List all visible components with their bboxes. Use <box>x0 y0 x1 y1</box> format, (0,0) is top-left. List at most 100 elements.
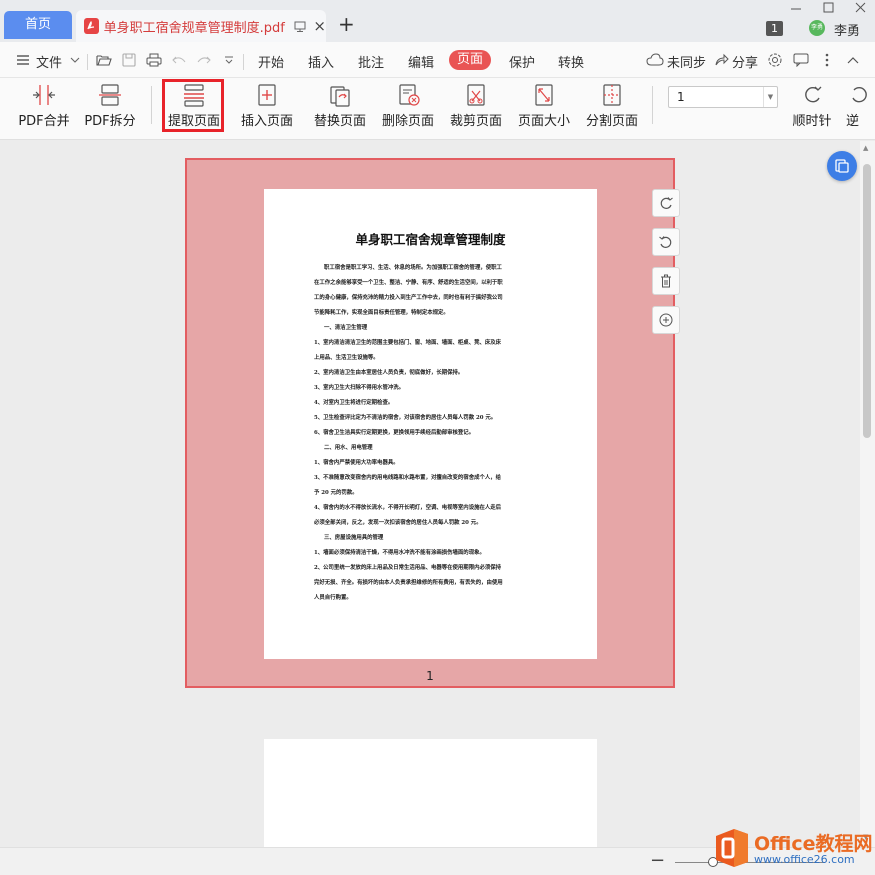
document-line: 人员自行购置。 <box>314 595 352 601</box>
menu-convert[interactable]: 转换 <box>558 52 584 71</box>
maximize-icon[interactable] <box>823 2 834 16</box>
document-line: 职工宿舍是职工学习、生活、休息的场所。为加强职工宿舍的管理，使职工 <box>324 265 502 271</box>
tab-home[interactable]: 首页 <box>4 11 72 39</box>
redo-icon[interactable] <box>195 51 213 69</box>
rotate-clockwise-icon <box>805 86 822 103</box>
hamburger-icon[interactable] <box>14 51 32 69</box>
menu-start[interactable]: 开始 <box>258 52 284 71</box>
pdf-merge-button[interactable]: PDF合并 <box>18 78 70 140</box>
menu-edit[interactable]: 编辑 <box>408 52 434 71</box>
split-page-button[interactable]: 分割页面 <box>584 78 640 140</box>
trash-icon <box>661 274 671 288</box>
insert-dropdown-icon[interactable]: ▾ <box>285 116 293 124</box>
menu-file[interactable]: 文件 <box>36 52 62 71</box>
page-number: 1 <box>426 669 434 683</box>
rotate-right-button[interactable] <box>652 189 680 217</box>
delete-button[interactable] <box>652 267 680 295</box>
split-pdf-icon <box>99 84 121 106</box>
menu-page[interactable]: 页面 <box>449 50 491 70</box>
document-workspace: 单身职工宿舍规章管理制度 职工宿舍是职工学习、生活、休息的场所。为加强职工宿舍的… <box>0 141 860 847</box>
watermark-url: www.office26.com <box>754 853 855 866</box>
scroll-up-arrow-icon[interactable]: ▲ <box>863 144 868 152</box>
document-line: 2、公司里统一发放的床上用品及日常生活用品、电器等在使用期限内必须保持 <box>314 565 502 571</box>
crop-page-button[interactable]: 裁剪页面 <box>448 78 504 140</box>
document-line: 3、室内卫生大扫除不得用水管冲洗。 <box>314 385 405 391</box>
insert-button[interactable] <box>652 306 680 334</box>
pdf-file-icon <box>84 18 99 34</box>
insert-page-icon <box>258 84 276 106</box>
rotate-counterclockwise-icon <box>852 87 867 103</box>
monitor-icon[interactable] <box>293 19 308 33</box>
split-page-icon <box>603 84 621 106</box>
rotate-counterclockwise-label: 逆 <box>846 114 860 129</box>
sync-status[interactable]: 未同步 <box>667 52 706 71</box>
print-icon[interactable] <box>145 51 163 69</box>
document-line: 一、清洁卫生管理 <box>324 325 368 331</box>
username[interactable]: 李勇 <box>834 20 860 39</box>
separator <box>243 54 244 70</box>
tab-document[interactable]: 单身职工宿舍规章管理制度.pdf × <box>76 10 326 42</box>
close-tab-icon[interactable]: × <box>313 18 326 34</box>
page-content: 单身职工宿舍规章管理制度 职工宿舍是职工学习、生活、休息的场所。为加强职工宿舍的… <box>264 189 597 659</box>
insert-page-button[interactable]: 插入页面 <box>236 78 298 140</box>
chevron-down-icon[interactable]: ▼ <box>763 87 777 107</box>
gear-icon[interactable] <box>766 51 784 69</box>
document-title: 单身职工宿舍规章管理制度 <box>355 232 506 247</box>
save-icon[interactable] <box>120 51 138 69</box>
rotate-left-button[interactable] <box>652 228 680 256</box>
comment-icon[interactable] <box>792 51 810 69</box>
page-size-icon <box>535 84 553 106</box>
merge-icon <box>33 85 55 105</box>
close-window-icon[interactable] <box>855 2 866 16</box>
separator <box>652 86 653 124</box>
floating-tool-button[interactable] <box>827 151 857 181</box>
document-line: 在工作之余能够享受一个卫生、整洁、宁静、有序、舒适的生活空间，以利于职 <box>314 280 503 286</box>
pdf-split-button[interactable]: PDF拆分 <box>84 78 136 140</box>
open-folder-icon[interactable] <box>95 51 113 69</box>
document-line: 5、卫生检查评比定为不清洁的宿舍，对该宿舍的居住人员每人罚款 20 元。 <box>314 415 497 421</box>
share-button[interactable]: 分享 <box>732 52 758 71</box>
more-chevron-icon[interactable] <box>220 51 238 69</box>
watermark-brand: Office教程网 <box>754 833 873 855</box>
rotate-counterclockwise-button[interactable]: 逆 <box>846 78 875 140</box>
zoom-out-icon[interactable]: − <box>650 850 665 871</box>
document-line: 1、宿舍内严禁使用大功率电器具。 <box>314 460 399 466</box>
delete-page-button[interactable]: 删除页面 <box>380 78 436 140</box>
separator <box>151 86 152 124</box>
rotate-clockwise-label: 顺时针 <box>792 114 832 129</box>
menu-protect[interactable]: 保护 <box>509 52 535 71</box>
document-line: 工的身心健康，保持充沛的精力投入到生产工作中去，同时也有利于搞好我公司 <box>314 295 503 301</box>
window-count-badge[interactable]: 1 <box>766 21 783 36</box>
scrollbar-thumb[interactable] <box>863 164 871 438</box>
menu-comment[interactable]: 批注 <box>358 52 384 71</box>
avatar[interactable]: 李勇 <box>809 20 825 36</box>
title-bar: 首页 单身职工宿舍规章管理制度.pdf × + 1 李勇 李勇 <box>0 0 875 42</box>
share-icon[interactable] <box>713 51 731 69</box>
delete-page-icon <box>399 84 420 106</box>
crop-page-label: 裁剪页面 <box>449 114 502 129</box>
extract-highlight-box <box>162 79 224 132</box>
split-page-label: 分割页面 <box>585 114 638 129</box>
new-tab-icon[interactable]: + <box>338 14 355 34</box>
document-line: 上用品、生活卫生设施等。 <box>314 355 379 361</box>
menu-insert[interactable]: 插入 <box>308 52 334 71</box>
watermark: Office教程网 www.office26.com <box>708 826 875 875</box>
delete-page-label: 删除页面 <box>381 114 434 129</box>
chevron-down-icon[interactable] <box>66 51 84 69</box>
page-size-button[interactable]: 页面大小 <box>516 78 572 140</box>
document-line: 4、对室内卫生将进行定期检查。 <box>314 400 394 406</box>
undo-icon[interactable] <box>170 51 188 69</box>
page-range-select[interactable]: 1 ▼ <box>668 86 778 108</box>
chevron-up-icon[interactable] <box>844 51 862 69</box>
document-line: 完好无损、齐全。有损坏的由本人负责承担维修的所有费用，有丢失的，由使用 <box>314 580 503 586</box>
minimize-icon[interactable] <box>790 0 802 14</box>
document-line: 2、室内清洁卫生由本室居住人员负责，彻底做好，长期保持。 <box>314 370 464 376</box>
document-body: 职工宿舍是职工学习、生活、休息的场所。为加强职工宿舍的管理，使职工在工作之余能够… <box>314 261 554 606</box>
replace-page-button[interactable]: 替换页面 <box>312 78 368 140</box>
rotate-clockwise-button[interactable]: 顺时针 <box>790 78 834 140</box>
document-line: 1、室内清洁清洁卫生的范围主要包括门、窗、地面、墙面、柜桌、凳、床及床 <box>314 340 502 346</box>
page-2-thumbnail[interactable] <box>264 739 597 847</box>
more-options-icon[interactable] <box>818 51 836 69</box>
cloud-sync-icon[interactable] <box>646 51 664 69</box>
add-circle-icon <box>659 313 673 327</box>
